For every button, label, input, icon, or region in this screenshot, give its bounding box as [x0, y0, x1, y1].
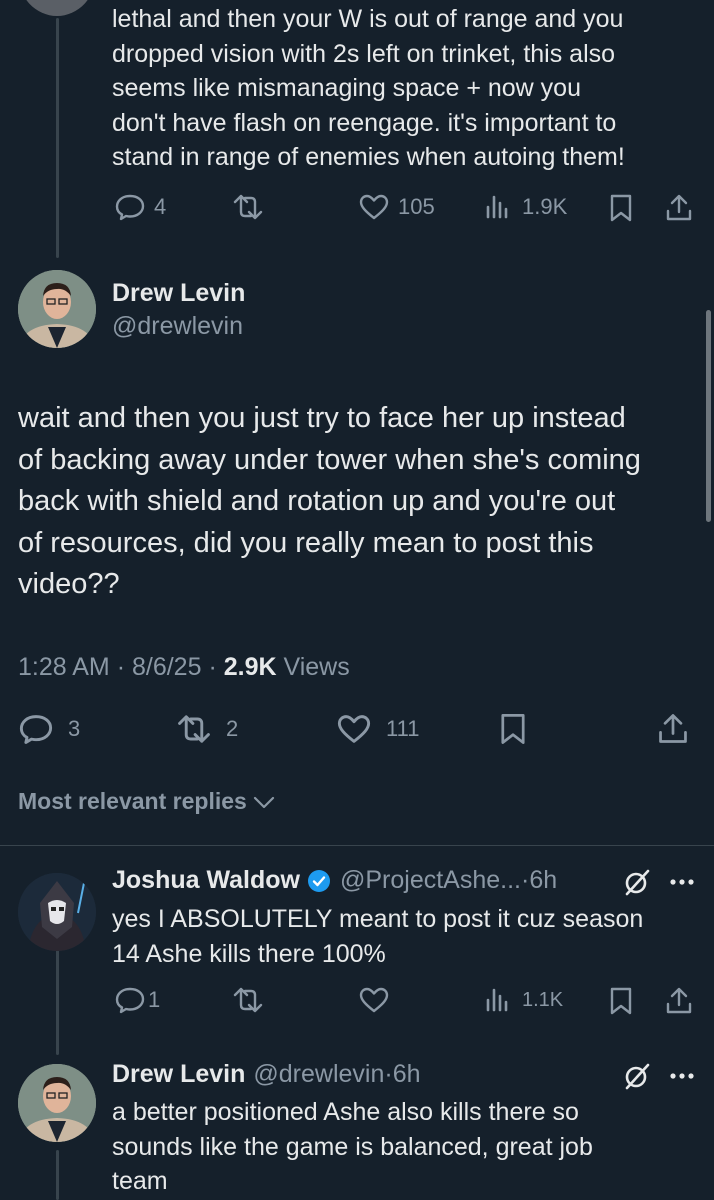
post-text: wait and then you just try to face her u… [18, 402, 641, 600]
views-button[interactable]: 1.9K [484, 193, 567, 221]
analytics-icon [486, 988, 508, 1012]
repost-count: 2 [226, 716, 239, 741]
reply-count: 3 [68, 716, 81, 741]
like-button[interactable] [358, 986, 390, 1014]
separator: · [116, 653, 126, 681]
reply-text: lethal and then your W is out of range a… [112, 5, 625, 171]
heart-icon [337, 715, 371, 743]
grok-icon [625, 869, 650, 896]
reply-button[interactable]: 1 [114, 986, 160, 1014]
like-button[interactable]: 111 [336, 713, 419, 745]
avatar-image [18, 873, 96, 951]
grok-icon [625, 1063, 650, 1090]
reply-count: 4 [154, 194, 167, 219]
repost-icon [178, 715, 210, 743]
post-meta: 1:28 AM · 8/6/25 · 2.9K Views [18, 653, 350, 682]
avatar-image [18, 1064, 96, 1142]
post-time[interactable]: 6h [529, 866, 557, 895]
reply-header: Joshua Waldow @ProjectAshe... · 6h [112, 866, 557, 895]
divider [0, 845, 714, 846]
more-icon [670, 1073, 694, 1079]
more-options-button[interactable] [668, 866, 696, 898]
views-button[interactable]: 1.1K [484, 986, 563, 1014]
reply-avatar[interactable] [18, 1064, 96, 1142]
more-icon [670, 879, 694, 885]
views-count: 1.9K [522, 194, 568, 219]
grok-button[interactable] [621, 866, 653, 898]
comment-icon [115, 987, 145, 1014]
bookmark-icon [610, 987, 632, 1015]
reply-avatar[interactable] [18, 873, 96, 951]
author-name[interactable]: Drew Levin [112, 1060, 245, 1089]
replies-sort-dropdown[interactable]: Most relevant replies [18, 788, 277, 815]
thread-line [56, 18, 59, 258]
reply-header: Drew Levin @drewlevin · 6h [112, 1060, 421, 1089]
separator: · [521, 866, 530, 894]
author-handle[interactable]: @drewlevin [253, 1060, 384, 1089]
avatar-image [18, 270, 96, 348]
grok-button[interactable] [621, 1060, 653, 1092]
comment-icon [19, 715, 53, 744]
author-handle[interactable]: @ProjectAshe... [340, 866, 521, 895]
post-date[interactable]: 8/6/25 [132, 653, 202, 681]
views-label: Views [283, 653, 350, 681]
avatar[interactable] [18, 0, 96, 16]
repost-icon [233, 987, 263, 1013]
author-handle[interactable]: @drewlevin [112, 312, 243, 341]
like-count: 105 [398, 194, 435, 219]
bookmark-button[interactable] [608, 193, 634, 223]
share-icon [659, 714, 687, 743]
repost-icon [233, 194, 263, 220]
views-total[interactable]: 2.9K [224, 653, 277, 681]
share-button[interactable] [664, 986, 694, 1016]
heart-icon [359, 194, 389, 220]
bookmark-button[interactable] [608, 986, 634, 1016]
share-icon [666, 194, 692, 221]
separator: · [384, 1060, 393, 1088]
thread-line [56, 950, 59, 1055]
separator: · [208, 653, 217, 681]
like-button[interactable]: 105 [358, 193, 435, 221]
reply-text: yes I ABSOLUTELY meant to post it cuz se… [112, 905, 644, 968]
more-options-button[interactable] [668, 1060, 696, 1092]
post-time[interactable]: 1:28 AM [18, 653, 110, 681]
repost-button[interactable] [230, 193, 266, 221]
share-button[interactable] [664, 193, 694, 223]
author-name[interactable]: Joshua Waldow [112, 866, 300, 895]
chevron-down-icon [253, 796, 274, 808]
reply-count: 1 [148, 987, 161, 1012]
reply-button[interactable]: 3 [18, 713, 80, 745]
replies-sort-label: Most relevant replies [18, 788, 247, 814]
reply-text: a better positioned Ashe also kills ther… [112, 1098, 593, 1195]
share-button[interactable] [656, 712, 690, 746]
repost-button[interactable] [230, 986, 266, 1014]
bookmark-button[interactable] [498, 712, 528, 746]
like-count: 111 [386, 716, 420, 741]
thread-line [56, 1150, 59, 1200]
reply-button[interactable]: 4 [114, 193, 166, 221]
scrollbar[interactable] [706, 310, 711, 522]
analytics-icon [486, 195, 508, 219]
verified-badge-icon [307, 869, 330, 892]
heart-icon [359, 987, 389, 1013]
post-time[interactable]: 6h [393, 1060, 421, 1089]
author-avatar[interactable] [18, 270, 96, 348]
share-icon [666, 987, 692, 1014]
bookmark-icon [501, 714, 525, 744]
author-name[interactable]: Drew Levin [112, 279, 245, 308]
views-count: 1.1K [522, 988, 564, 1011]
bookmark-icon [610, 194, 632, 222]
comment-icon [115, 194, 145, 221]
repost-button[interactable]: 2 [174, 713, 238, 745]
